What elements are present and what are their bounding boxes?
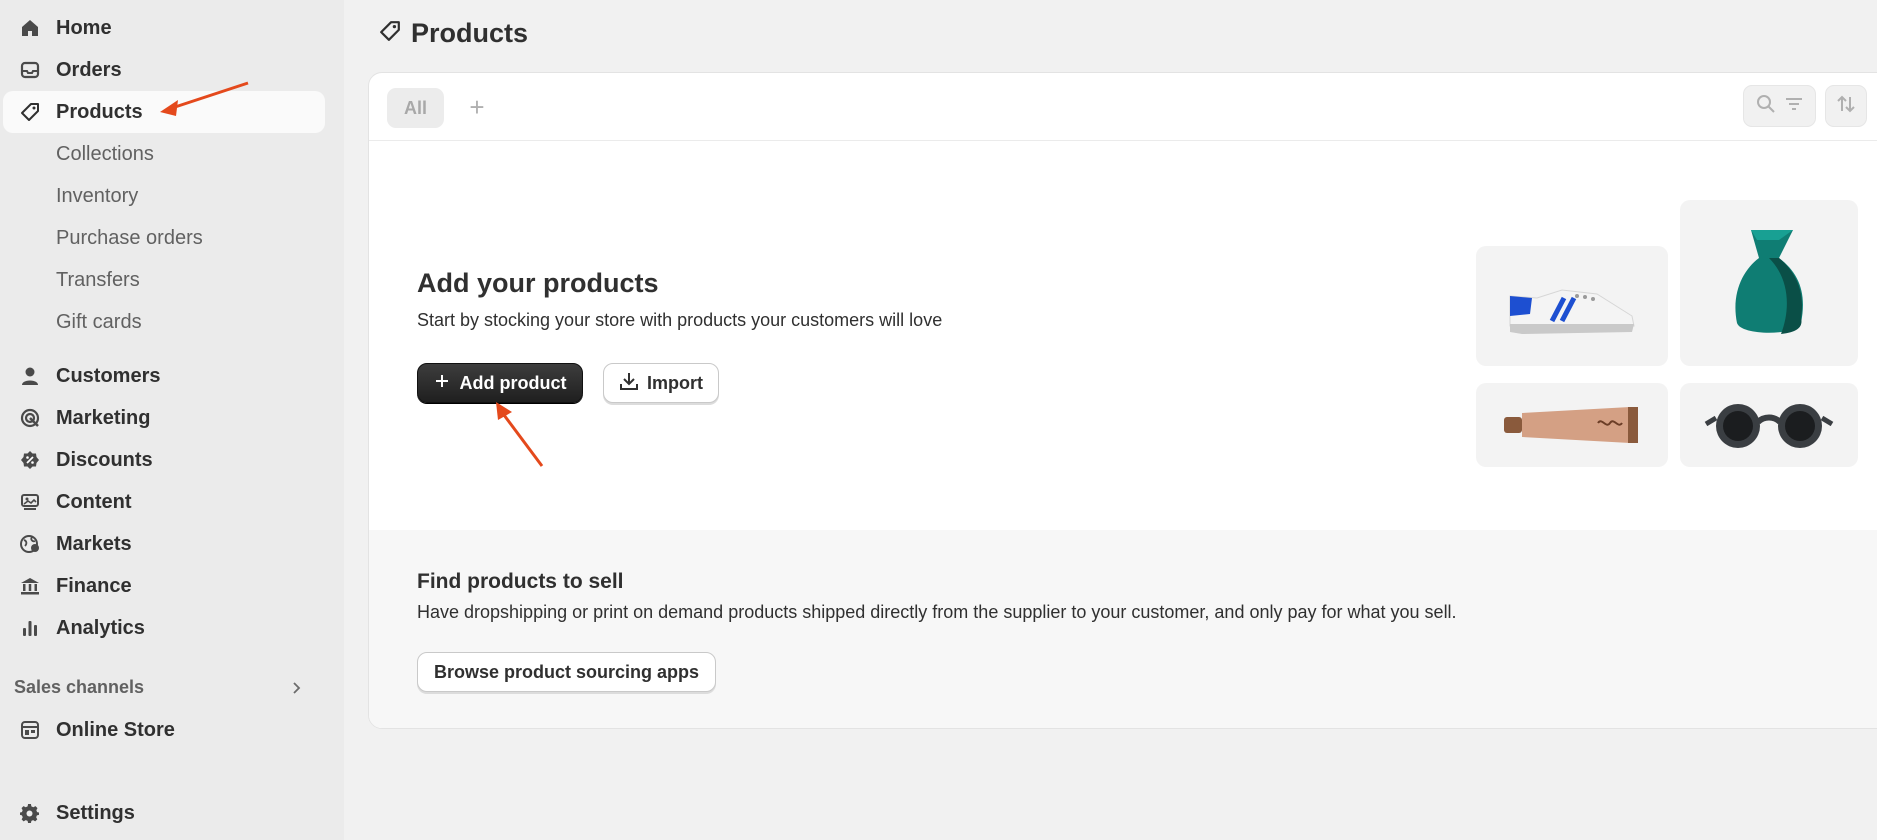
sidebar-item-label: Settings bbox=[56, 801, 135, 824]
page-title: Products bbox=[411, 18, 529, 48]
bar-chart-icon bbox=[20, 618, 40, 638]
plus-icon bbox=[434, 373, 450, 394]
sidebar-item-label: Markets bbox=[56, 532, 132, 555]
add-view-button[interactable]: + bbox=[465, 94, 489, 120]
sidebar-item-orders[interactable]: Orders bbox=[3, 49, 325, 91]
sidebar-item-label: Analytics bbox=[56, 616, 145, 639]
sidebar-item-settings[interactable]: Settings bbox=[3, 792, 325, 834]
sidebar-item-label: Customers bbox=[56, 364, 161, 387]
sidebar-item-analytics[interactable]: Analytics bbox=[3, 607, 325, 649]
find-products-description: Have dropshipping or print on demand pro… bbox=[417, 602, 1457, 622]
sidebar-subitem-label: Purchase orders bbox=[56, 226, 203, 249]
sidebar-item-label: Orders bbox=[56, 58, 122, 81]
browse-sourcing-apps-button[interactable]: Browse product sourcing apps bbox=[417, 652, 716, 692]
sneaker-illustration bbox=[1476, 246, 1668, 366]
sort-button[interactable] bbox=[1825, 85, 1867, 127]
globe-icon bbox=[20, 534, 40, 554]
sidebar-item-label: Online Store bbox=[56, 718, 175, 741]
discount-icon bbox=[20, 450, 40, 470]
sidebar-subitem-gift-cards[interactable]: Gift cards bbox=[3, 301, 325, 343]
empty-state-description: Start by stocking your store with produc… bbox=[417, 310, 943, 330]
sidebar-item-products[interactable]: Products bbox=[3, 91, 325, 133]
search-icon bbox=[1756, 94, 1776, 119]
content-icon bbox=[20, 492, 40, 512]
products-card: All + Add your products Start by stockin… bbox=[368, 72, 1877, 729]
sidebar-item-discounts[interactable]: Discounts bbox=[3, 439, 325, 481]
empty-state-title: Add your products bbox=[417, 268, 659, 298]
chevron-right-icon[interactable] bbox=[288, 680, 304, 696]
add-product-button[interactable]: Add product bbox=[417, 363, 583, 403]
find-products-title: Find products to sell bbox=[417, 570, 624, 593]
sidebar-item-home[interactable]: Home bbox=[3, 7, 325, 49]
sidebar-subitem-label: Inventory bbox=[56, 184, 139, 207]
find-products-section: Find products to sell Have dropshipping … bbox=[369, 530, 1877, 728]
sidebar-item-label: Content bbox=[56, 490, 132, 513]
import-label: Import bbox=[647, 372, 703, 393]
sidebar-item-label: Finance bbox=[56, 574, 132, 597]
tube-illustration bbox=[1476, 383, 1668, 467]
sidebar-item-label: Discounts bbox=[56, 448, 153, 471]
sort-icon bbox=[1835, 93, 1857, 120]
sidebar-item-customers[interactable]: Customers bbox=[3, 355, 325, 397]
gear-icon bbox=[20, 803, 40, 823]
tag-icon bbox=[379, 20, 401, 47]
sidebar-item-online-store[interactable]: Online Store bbox=[3, 709, 325, 751]
main-content: Products All + Add your products Start b… bbox=[344, 0, 1877, 840]
bank-icon bbox=[20, 576, 40, 596]
sidebar-item-marketing[interactable]: Marketing bbox=[3, 397, 325, 439]
search-filter-button[interactable] bbox=[1743, 85, 1816, 127]
inbox-icon bbox=[20, 60, 40, 80]
sidebar-item-label: Home bbox=[56, 16, 112, 39]
sidebar-item-label: Marketing bbox=[56, 406, 151, 429]
page-header: Products bbox=[379, 18, 528, 49]
download-icon bbox=[619, 371, 639, 396]
sales-channels-heading: Sales channels bbox=[14, 677, 145, 697]
add-product-label: Add product bbox=[459, 372, 567, 393]
sidebar-item-content[interactable]: Content bbox=[3, 481, 325, 523]
sidebar-subitem-inventory[interactable]: Inventory bbox=[3, 175, 325, 217]
sidebar-subitem-transfers[interactable]: Transfers bbox=[3, 259, 325, 301]
sidebar-subitem-label: Collections bbox=[56, 142, 154, 165]
sidebar-item-finance[interactable]: Finance bbox=[3, 565, 325, 607]
sidebar: Home Orders Products Collections Invento… bbox=[0, 0, 344, 840]
tag-icon bbox=[20, 102, 40, 122]
home-icon bbox=[20, 18, 40, 38]
sunglasses-illustration bbox=[1680, 383, 1858, 467]
sidebar-subitem-purchase-orders[interactable]: Purchase orders bbox=[3, 217, 325, 259]
sidebar-subitem-label: Transfers bbox=[56, 268, 140, 291]
tab-all[interactable]: All bbox=[387, 88, 444, 128]
view-tabs-bar: All + bbox=[369, 73, 1877, 141]
target-icon bbox=[20, 408, 40, 428]
vase-illustration bbox=[1680, 200, 1858, 366]
sidebar-item-label: Products bbox=[56, 100, 143, 123]
sidebar-subitem-label: Gift cards bbox=[56, 310, 142, 333]
store-icon bbox=[20, 720, 40, 740]
sidebar-item-markets[interactable]: Markets bbox=[3, 523, 325, 565]
import-button[interactable]: Import bbox=[603, 363, 719, 403]
filter-icon bbox=[1784, 94, 1804, 119]
person-icon bbox=[20, 366, 40, 386]
sidebar-subitem-collections[interactable]: Collections bbox=[3, 133, 325, 175]
